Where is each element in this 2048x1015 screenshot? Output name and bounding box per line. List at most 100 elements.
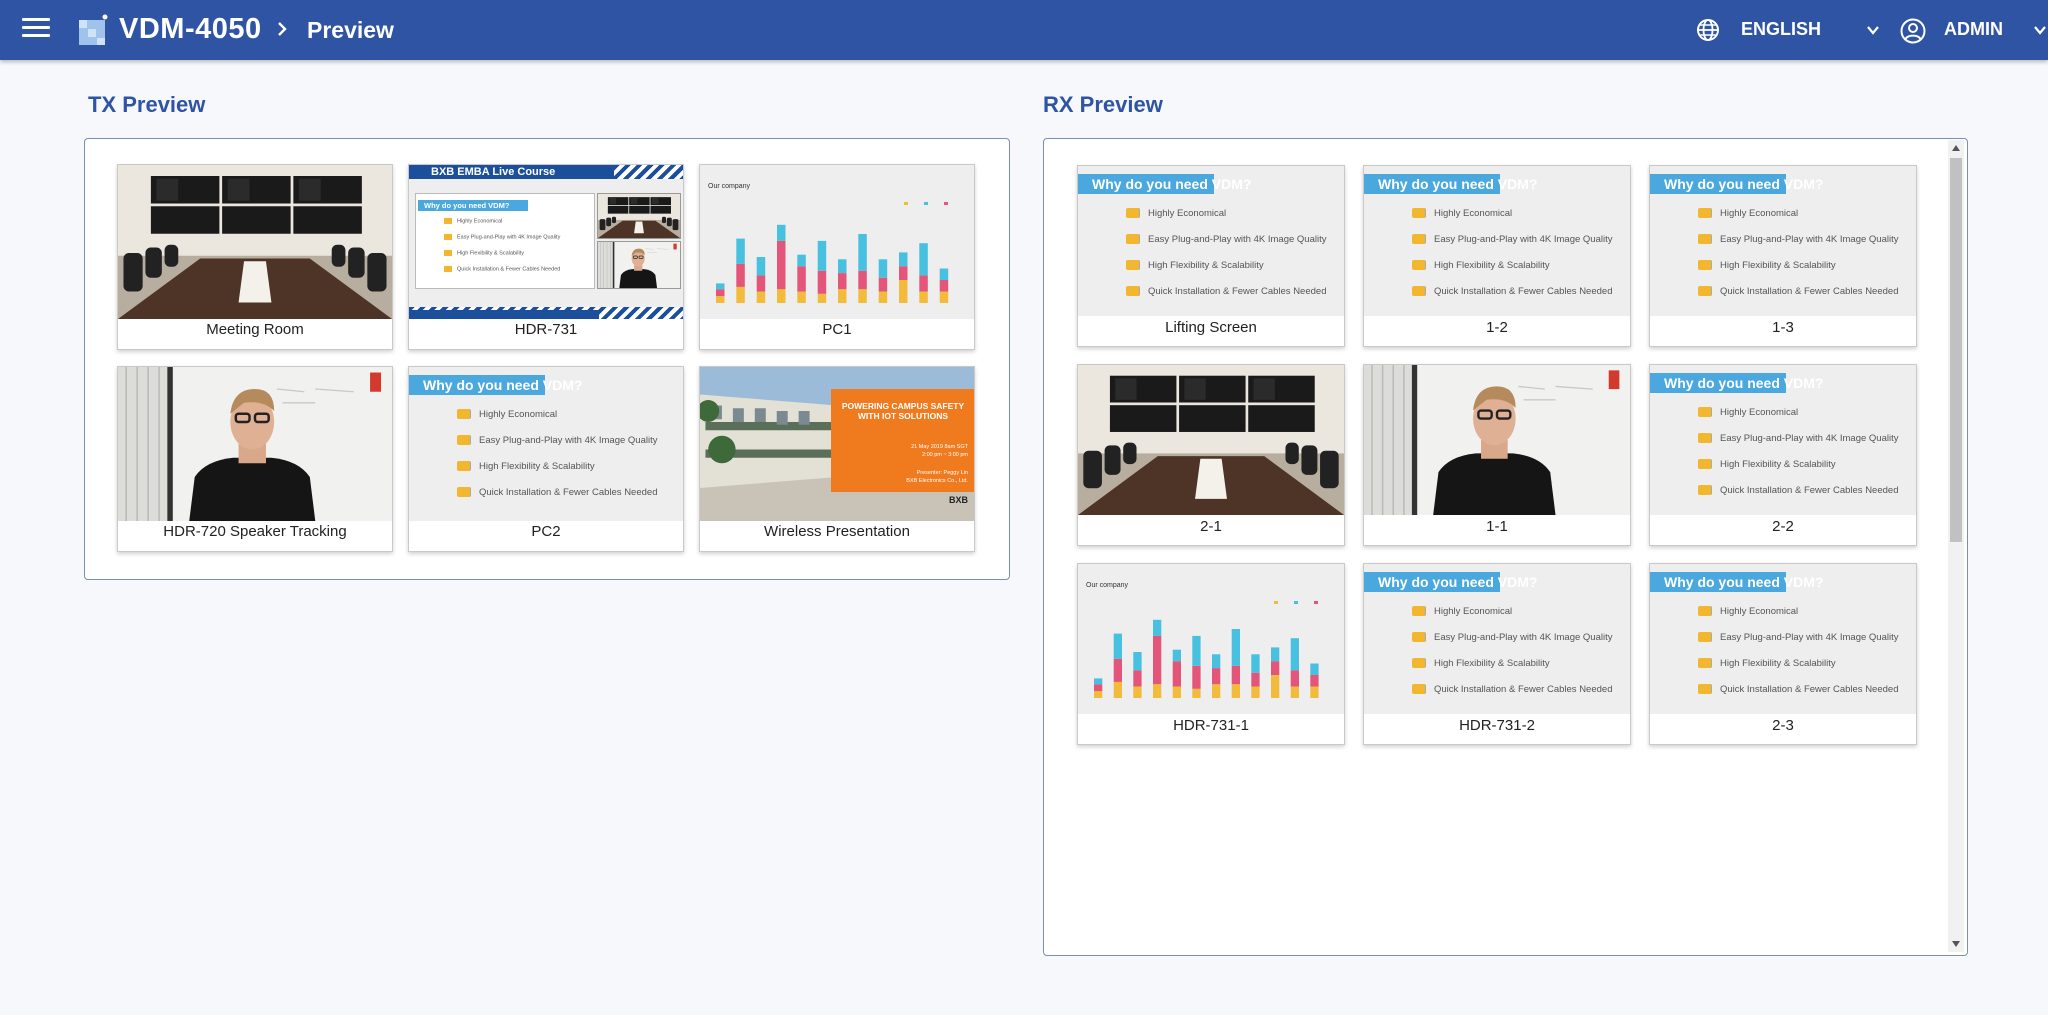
rx-thumbnail: [1364, 365, 1630, 515]
rx-tile[interactable]: 1-1: [1363, 364, 1631, 546]
rx-thumbnail: [1078, 365, 1344, 515]
slide-point: Highly Economical: [1698, 208, 1798, 219]
scroll-down-icon[interactable]: [1952, 941, 1960, 947]
bullet-icon: [1698, 485, 1712, 496]
rx-tile[interactable]: Why do you need VDM? Highly Economical Eas…: [1649, 165, 1917, 347]
rx-thumbnail: Why do you need VDM? Highly Economical Eas…: [1364, 166, 1630, 316]
user-label: ADMIN: [1944, 19, 2003, 39]
menu-icon[interactable]: [22, 18, 50, 42]
chart-thumb-label: Our company: [1086, 582, 1129, 589]
hdr-slide: Why do you need VDM? Highly Economical Eas…: [415, 193, 595, 289]
rx-tile[interactable]: Our company HDR-731-1: [1077, 563, 1345, 745]
bullet-icon: [1126, 234, 1140, 245]
bullet-icon: [457, 435, 471, 446]
language-label: ENGLISH: [1741, 19, 1822, 39]
hdr-stripes: [614, 165, 683, 179]
scroll-up-icon[interactable]: [1952, 145, 1960, 151]
bullet-icon: [1698, 234, 1712, 245]
slide-heading: Why do you need VDM?: [1364, 174, 1537, 194]
tx-tile-label: Wireless Presentation: [764, 523, 910, 540]
tx-tile-label: HDR-720 Speaker Tracking: [163, 523, 347, 540]
slide-point: Easy Plug-and-Play with 4K Image Quality: [1126, 234, 1326, 245]
slide-point: High Flexibility & Scalability: [457, 461, 595, 472]
tx-tile[interactable]: HDR-720 Speaker Tracking: [117, 366, 393, 552]
rx-thumbnail: Why do you need VDM? Highly Economical Eas…: [1650, 365, 1916, 515]
meeting-room-image: [1078, 365, 1344, 515]
tx-tile[interactable]: BXB EMBA Live Course Why do you need VDM?…: [408, 164, 684, 350]
bullet-icon: [457, 409, 471, 420]
chart-thumb-label: Our company: [708, 183, 751, 190]
tx-thumbnail: [118, 165, 392, 319]
tx-tile[interactable]: Our company PC1: [699, 164, 975, 350]
bullet-icon: [1698, 632, 1712, 643]
rx-tile[interactable]: 2-1: [1077, 364, 1345, 546]
slide-heading: Why do you need VDM?: [1650, 174, 1823, 194]
slide-point: High Flexibility & Scalability: [1126, 260, 1264, 271]
rx-tile-label: HDR-731-2: [1459, 717, 1535, 734]
rx-tile-label: 2-1: [1200, 518, 1222, 535]
speaker-image: [598, 242, 680, 288]
slide-point: Quick Installation & Fewer Cables Needed: [444, 266, 560, 272]
speaker-image: [1364, 365, 1630, 515]
tx-thumbnail: Our company: [700, 165, 974, 319]
rx-tile[interactable]: Why do you need VDM? Highly Economical Eas…: [1649, 563, 1917, 745]
slide-point: Highly Economical: [444, 218, 502, 224]
campus-slide-title: POWERING CAMPUS SAFETY WITH IOT SOLUTION…: [841, 401, 965, 421]
tx-tile[interactable]: POWERING CAMPUS SAFETY WITH IOT SOLUTION…: [699, 366, 975, 552]
tx-tile[interactable]: Why do you need VDM? Highly Economical Eas…: [408, 366, 684, 552]
tx-thumbnail: BXB EMBA Live Course Why do you need VDM?…: [409, 165, 683, 319]
bullet-icon: [444, 250, 452, 256]
rx-tile[interactable]: Why do you need VDM? Highly Economical Eas…: [1363, 165, 1631, 347]
bullet-icon: [1698, 658, 1712, 669]
slide-heading: Why do you need VDM?: [1078, 174, 1251, 194]
slide-heading: Why do you need VDM?: [1364, 572, 1537, 592]
slide-point: Quick Installation & Fewer Cables Needed: [457, 487, 657, 498]
chevron-down-icon: [2034, 26, 2046, 35]
slide-heading: Why do you need VDM?: [409, 375, 582, 395]
slide-point: Quick Installation & Fewer Cables Needed: [1698, 485, 1898, 496]
rx-preview-panel: Why do you need VDM? Highly Economical Eas…: [1043, 138, 1968, 956]
rx-preview-title: RX Preview: [1043, 92, 1163, 117]
rx-thumbnail: Why do you need VDM? Highly Economical Eas…: [1078, 166, 1344, 316]
slide-point: Quick Installation & Fewer Cables Needed: [1698, 286, 1898, 297]
slide-point: Easy Plug-and-Play with 4K Image Quality: [1412, 632, 1612, 643]
slide-point: High Flexibility & Scalability: [1412, 260, 1550, 271]
rx-scrollbar[interactable]: [1948, 140, 1964, 952]
rx-tile[interactable]: Why do you need VDM? Highly Economical Eas…: [1649, 364, 1917, 546]
bullet-icon: [1698, 407, 1712, 418]
bullet-icon: [1412, 632, 1426, 643]
speaker-image: [118, 367, 392, 521]
bullet-icon: [1698, 286, 1712, 297]
tx-tile[interactable]: Meeting Room: [117, 164, 393, 350]
tx-thumbnail: Why do you need VDM? Highly Economical Eas…: [409, 367, 683, 521]
bullet-icon: [1412, 684, 1426, 695]
bullet-icon: [1412, 606, 1426, 617]
meeting-room-image: [598, 194, 680, 238]
slide-point: Highly Economical: [457, 409, 557, 420]
logo-icon: [79, 14, 108, 45]
bullet-icon: [1698, 606, 1712, 617]
rx-tile-label: 2-2: [1772, 518, 1794, 535]
bullet-icon: [1698, 684, 1712, 695]
slide-point: Easy Plug-and-Play with 4K Image Quality: [1412, 234, 1612, 245]
slide-heading: Why do you need VDM?: [418, 200, 528, 211]
hdr-footer: [409, 310, 599, 319]
rx-tile-label: Lifting Screen: [1165, 319, 1257, 336]
bullet-icon: [1412, 208, 1426, 219]
bullet-icon: [444, 234, 452, 240]
campus-slide-presenter: Presenter: Peggy Lin BXB Electronics Co.,…: [906, 470, 968, 484]
scrollbar-thumb[interactable]: [1950, 158, 1962, 542]
bullet-icon: [1698, 260, 1712, 271]
bullet-icon: [444, 266, 452, 272]
bullet-icon: [1412, 234, 1426, 245]
slide-point: Easy Plug-and-Play with 4K Image Quality: [1698, 433, 1898, 444]
hdr-camera-speaker: [597, 241, 681, 289]
rx-tile[interactable]: Why do you need VDM? Highly Economical Eas…: [1077, 165, 1345, 347]
slide-point: Quick Installation & Fewer Cables Needed: [1698, 684, 1898, 695]
slide-point: High Flexibility & Scalability: [1698, 459, 1836, 470]
rx-tile[interactable]: Why do you need VDM? Highly Economical Eas…: [1363, 563, 1631, 745]
slide-point: Quick Installation & Fewer Cables Needed: [1412, 286, 1612, 297]
tx-thumbnail: [118, 367, 392, 521]
bullet-icon: [457, 461, 471, 472]
tx-tile-label: Meeting Room: [206, 321, 304, 338]
